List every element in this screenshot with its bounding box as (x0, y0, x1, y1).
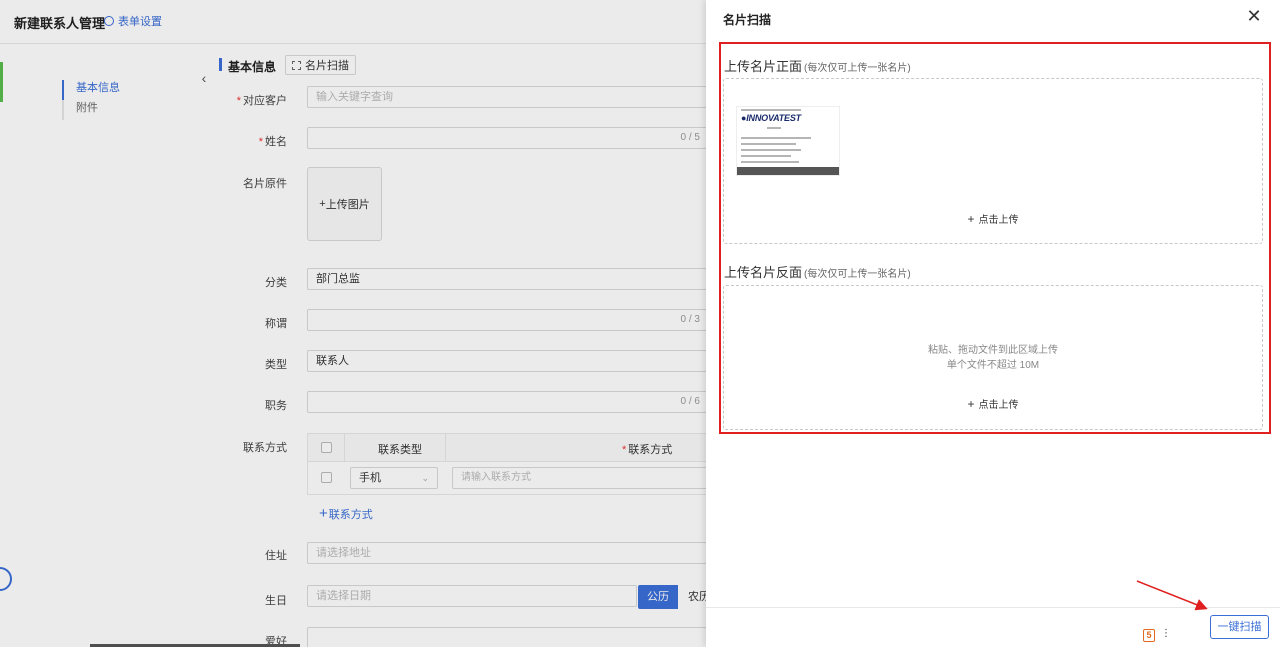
card-text-line (741, 137, 811, 139)
back-click-upload[interactable]: + 点击上传 (724, 396, 1262, 411)
front-upload-hint: (每次仅可上传一张名片) (804, 63, 911, 74)
annotation-arrow (1136, 580, 1208, 611)
back-upload-title: 上传名片反面 (每次仅可上传一张名片) (724, 265, 911, 280)
card-brand-logo: ●INNOVATEST (741, 113, 801, 123)
card-text-line (741, 155, 791, 157)
back-dropzone[interactable]: 粘贴、拖动文件到此区域上传 单个文件不超过 10M + 点击上传 (723, 285, 1263, 430)
plus-icon: + (967, 397, 975, 411)
modal-overlay[interactable] (0, 0, 706, 647)
card-text-line (767, 127, 781, 129)
drawer-title: 名片扫描 (723, 13, 772, 27)
close-icon[interactable]: ✕ (1244, 6, 1264, 26)
card-text-line (741, 161, 799, 163)
one-click-scan-button[interactable]: 一键扫描 (1210, 615, 1269, 639)
more-options-icon[interactable]: ⋮ (1161, 628, 1171, 639)
front-click-upload[interactable]: + 点击上传 (724, 211, 1262, 226)
card-text-line (741, 149, 801, 151)
front-upload-title: 上传名片正面 (每次仅可上传一张名片) (724, 59, 911, 74)
card-text-line (741, 143, 796, 145)
back-upload-hint: (每次仅可上传一张名片) (804, 269, 911, 280)
business-card-thumbnail[interactable]: ●INNOVATEST (736, 106, 840, 176)
card-footer-band (737, 167, 839, 175)
card-text-line (741, 109, 801, 111)
html5-icon[interactable]: 5 (1143, 629, 1155, 642)
drop-hint-line-1: 粘贴、拖动文件到此区域上传 (928, 345, 1058, 356)
plus-icon: + (967, 212, 975, 226)
drop-hint-line-2: 单个文件不超过 10M (946, 360, 1040, 371)
card-scan-drawer: 名片扫描 ✕ 上传名片正面 (每次仅可上传一张名片) ●INNOVATEST + 点… (706, 0, 1280, 647)
front-dropzone[interactable]: ●INNOVATEST + 点击上传 (723, 78, 1263, 244)
